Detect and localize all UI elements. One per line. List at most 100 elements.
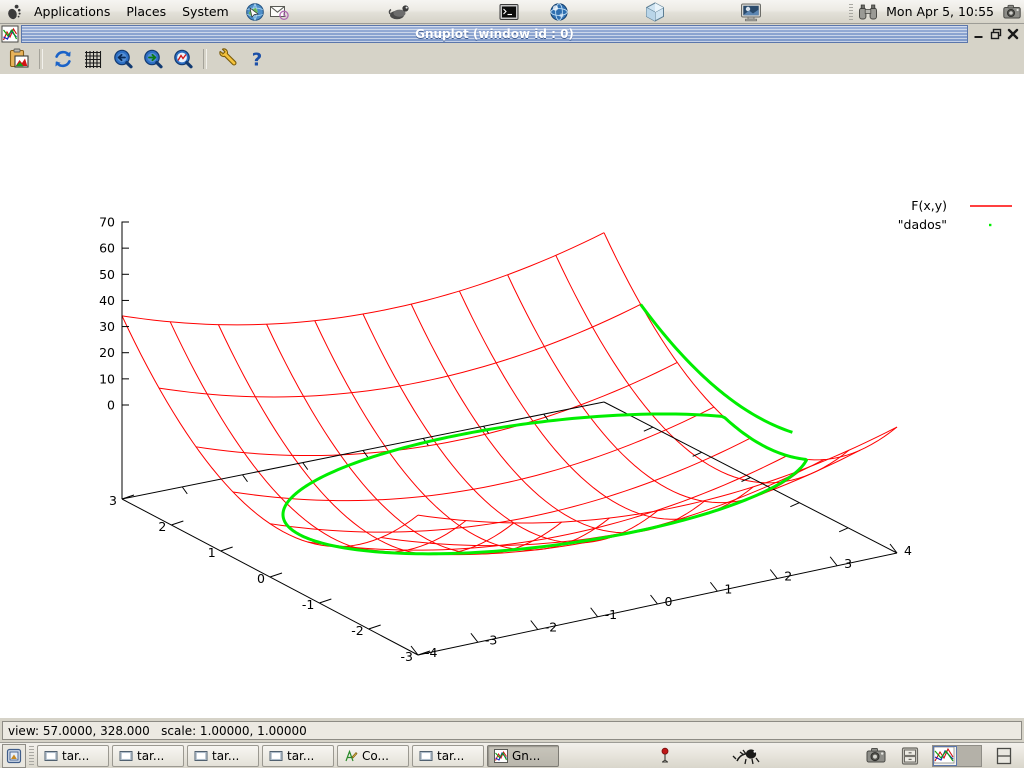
axis-tick-label: 3 bbox=[109, 493, 117, 508]
menu-places[interactable]: Places bbox=[118, 2, 174, 22]
close-button[interactable] bbox=[1006, 27, 1020, 41]
axis-tick-label: 70 bbox=[99, 215, 115, 230]
settings-button[interactable] bbox=[214, 46, 240, 72]
taskbar-button-label: Co... bbox=[362, 748, 389, 763]
taskbar-button[interactable]: Co... bbox=[337, 744, 409, 767]
axis-tick-label: -3 bbox=[485, 632, 497, 647]
taskbar-button-label: Gn... bbox=[512, 748, 541, 763]
taskbar-button-label: tar... bbox=[62, 748, 90, 763]
taskbar-button[interactable]: Gn... bbox=[487, 744, 559, 767]
replot-button[interactable] bbox=[50, 46, 76, 72]
window-icon bbox=[194, 749, 208, 763]
gnuplot-canvas[interactable]: 0 10 20 30 40 50 60 70 -3 -2 -1 0 1 2 3 -4 -3 -2 -1 0 1 2 3 4 F… bbox=[0, 74, 1024, 718]
clock[interactable]: Mon Apr 5, 10:55 bbox=[880, 4, 1000, 19]
axis-tick-label: 2 bbox=[158, 519, 166, 534]
axis-tick-label: 0 bbox=[107, 398, 115, 413]
axis-tick-label: -2 bbox=[545, 620, 557, 635]
gnome-foot-icon[interactable] bbox=[0, 1, 26, 23]
taskbar-button-label: tar... bbox=[137, 748, 165, 763]
toolbar-separator bbox=[39, 49, 43, 69]
package-cube-icon[interactable] bbox=[643, 1, 667, 23]
taskbar-button[interactable]: tar... bbox=[187, 744, 259, 767]
blue-globe-icon[interactable] bbox=[547, 1, 571, 23]
taskbar-button[interactable]: tar... bbox=[262, 744, 334, 767]
surface-plot: 0 10 20 30 40 50 60 70 -3 -2 -1 0 1 2 3 -4 -3 -2 -1 0 1 2 3 4 F… bbox=[0, 74, 1024, 718]
copy-to-clipboard-button[interactable] bbox=[6, 46, 32, 72]
legend-label: F(x,y) bbox=[911, 198, 947, 213]
window-controls bbox=[968, 27, 1024, 41]
taskbar-button-label: tar... bbox=[437, 748, 465, 763]
axis-tick-label: 3 bbox=[844, 556, 852, 571]
window-icon bbox=[269, 749, 283, 763]
axis-tick-label: 10 bbox=[99, 371, 115, 386]
taskbar-button-label: tar... bbox=[212, 748, 240, 763]
axis-tick-label: 30 bbox=[99, 319, 115, 334]
legend-label: "dados" bbox=[898, 217, 947, 232]
view-status-text: view: 57.0000, 328.000 scale: 1.00000, 1… bbox=[2, 720, 1022, 740]
autoscale-button[interactable] bbox=[170, 46, 196, 72]
gnuplot-icon bbox=[494, 748, 508, 763]
svg-text:?: ? bbox=[252, 50, 262, 71]
gnome-top-panel: Applications Places System Mon Apr 5, 10… bbox=[0, 0, 1024, 24]
binoculars-icon[interactable] bbox=[856, 1, 880, 23]
camera-icon[interactable] bbox=[864, 745, 888, 767]
axis-tick-label: -3 bbox=[401, 649, 413, 664]
axis-tick-label: 2 bbox=[784, 569, 792, 584]
window-icon bbox=[44, 749, 58, 763]
gnuplot-statusbar: view: 57.0000, 328.000 scale: 1.00000, 1… bbox=[0, 718, 1024, 742]
gnuplot-icon bbox=[1, 25, 19, 43]
axis-tick-label: 4 bbox=[904, 543, 912, 558]
printer-bug-icon[interactable] bbox=[728, 745, 768, 767]
taskbar-button-label: tar... bbox=[287, 748, 315, 763]
toolbar-separator-2 bbox=[203, 49, 207, 69]
axis-tick-label: 40 bbox=[99, 293, 115, 308]
minimize-button[interactable] bbox=[972, 27, 986, 41]
gnuplot-toolbar: ? bbox=[0, 44, 1024, 74]
taskbar-button[interactable]: tar... bbox=[412, 744, 484, 767]
gnome-mouse-icon[interactable] bbox=[387, 1, 411, 23]
taskbar-button[interactable]: tar... bbox=[112, 744, 184, 767]
toggle-grid-button[interactable] bbox=[80, 46, 106, 72]
help-button[interactable]: ? bbox=[244, 46, 270, 72]
axis-tick-label: 20 bbox=[99, 345, 115, 360]
web-browser-icon[interactable] bbox=[243, 1, 267, 23]
window-list-icon[interactable] bbox=[992, 745, 1016, 767]
workspace-switcher bbox=[932, 744, 982, 767]
display-monitor-icon[interactable] bbox=[739, 1, 763, 23]
taskbar-handle bbox=[29, 745, 34, 766]
window-title: Gnuplot (window id : 0) bbox=[415, 27, 574, 41]
legend-swatch-point bbox=[989, 223, 992, 227]
axis-tick-label: 60 bbox=[99, 241, 115, 256]
email-icon[interactable] bbox=[267, 1, 291, 23]
axis-tick-label: -1 bbox=[605, 607, 617, 622]
maximize-button[interactable] bbox=[989, 27, 1003, 41]
task-list: tar... tar... tar... tar... Co... tar... Gn... bbox=[37, 744, 562, 767]
screen: Applications Places System Mon Apr 5, 10… bbox=[0, 0, 1024, 768]
axis-tick-label: -1 bbox=[302, 597, 314, 612]
axis-tick-label: 0 bbox=[257, 571, 265, 586]
workspace-2[interactable] bbox=[957, 745, 981, 766]
taskbar-tray bbox=[858, 744, 1022, 767]
show-desktop-button[interactable] bbox=[2, 743, 26, 768]
drawer-icon[interactable] bbox=[898, 745, 922, 767]
window-icon bbox=[419, 749, 433, 763]
gnome-taskbar: tar... tar... tar... tar... Co... tar... Gn... bbox=[0, 742, 1024, 768]
terminal-icon[interactable] bbox=[497, 1, 521, 23]
axis-tick-label: -4 bbox=[425, 645, 438, 660]
workspace-1[interactable] bbox=[933, 745, 957, 766]
menu-system[interactable]: System bbox=[174, 2, 237, 22]
axis-tick-label: 50 bbox=[99, 267, 115, 282]
axis-tick-label: -2 bbox=[351, 623, 363, 638]
zoom-next-button[interactable] bbox=[140, 46, 166, 72]
window-titlebar[interactable]: Gnuplot (window id : 0) bbox=[0, 24, 1024, 44]
menu-applications[interactable]: Applications bbox=[26, 2, 118, 22]
trash-icon[interactable] bbox=[652, 745, 678, 767]
taskbar-button[interactable]: tar... bbox=[37, 744, 109, 767]
window-icon bbox=[119, 749, 133, 763]
axis-tick-label: 1 bbox=[724, 581, 732, 596]
axis-tick-label: 1 bbox=[208, 545, 216, 560]
camera-icon[interactable] bbox=[1000, 1, 1024, 23]
titlebar-gradient: Gnuplot (window id : 0) bbox=[21, 25, 968, 43]
panel-separator bbox=[849, 3, 854, 20]
zoom-previous-button[interactable] bbox=[110, 46, 136, 72]
